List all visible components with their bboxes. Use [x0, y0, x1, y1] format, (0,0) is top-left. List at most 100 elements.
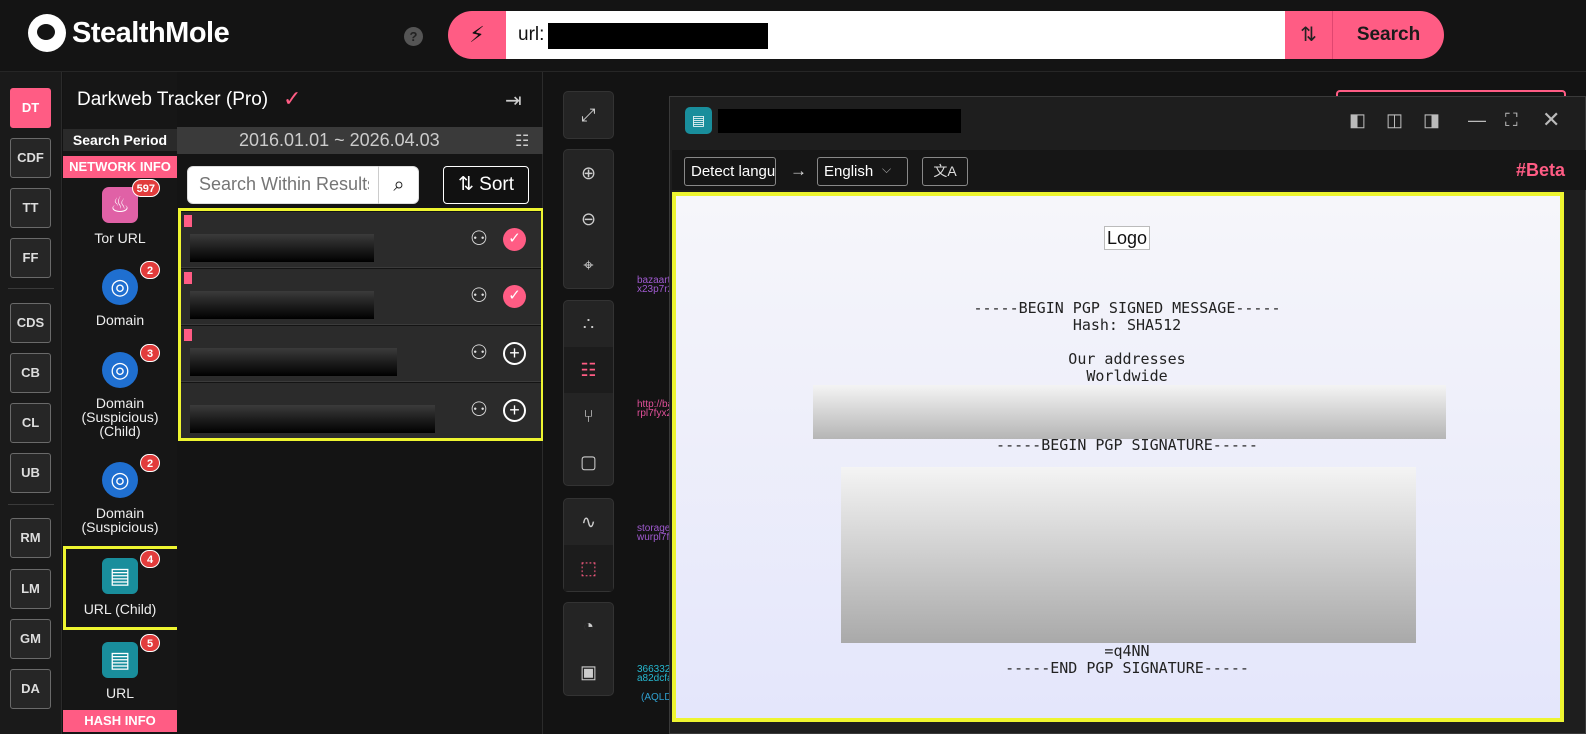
nav-lm[interactable]: LM — [10, 569, 51, 609]
camera-icon[interactable]: ▣ — [564, 649, 613, 695]
translate-toolbar — [672, 150, 1586, 190]
count-badge: 3 — [140, 344, 160, 362]
nav-gm[interactable]: GM — [10, 619, 51, 659]
tool-group-path: ∿ ⬚ — [563, 498, 614, 592]
tool-group-view: ⤢ — [563, 91, 614, 139]
search-within-input[interactable] — [199, 174, 369, 195]
arrow-right-icon: → — [790, 161, 807, 180]
globe-icon: ◎ 2 — [102, 261, 160, 305]
brand-name: StealthMole — [72, 16, 230, 49]
redacted-query — [548, 23, 768, 49]
tool-group-zoom: ⊕ ⊖ ⌖ — [563, 149, 614, 289]
category-label: Domain (Suspicious) — [81, 505, 159, 535]
nav-cdf[interactable]: CDF — [10, 138, 51, 178]
category-domain-suspicious-child[interactable]: ◎ 3 Domain (Suspicious) (Child) — [63, 344, 177, 439]
locate-icon[interactable]: ⌖ — [564, 242, 613, 288]
nav-divider — [8, 504, 54, 505]
nav-cds[interactable]: CDS — [10, 303, 51, 343]
help-icon[interactable]: ? — [404, 27, 423, 46]
branch-layout-icon[interactable]: ⑂ — [564, 393, 613, 439]
pgp-checksum: =q4NN — [1104, 642, 1150, 660]
search-period-label: Search Period — [63, 129, 177, 151]
minimize-icon[interactable]: — — [1468, 110, 1486, 131]
path-icon[interactable]: ∿ — [564, 499, 613, 545]
tor-icon: ♨ 597 — [102, 179, 160, 223]
chevron-down-icon: ⌵ — [882, 162, 892, 176]
filter-settings-icon[interactable]: ☷ — [515, 131, 529, 151]
nav-da[interactable]: DA — [10, 669, 51, 709]
search-icon[interactable]: ⌕ — [378, 166, 419, 204]
nav-rm[interactable]: RM — [10, 518, 51, 558]
mole-logo-icon — [28, 14, 66, 52]
page-logo: Logo — [1104, 226, 1150, 250]
zoom-in-icon[interactable]: ⊕ — [564, 150, 613, 196]
hash-info-header: HASH INFO — [63, 710, 177, 732]
redacted-block — [841, 467, 1416, 643]
split-left-icon[interactable]: ◧ — [1349, 110, 1366, 131]
source-language-select[interactable]: Detect language — [684, 157, 776, 186]
graph-node-label[interactable]: (AQLD — [641, 693, 672, 703]
nav-cl[interactable]: CL — [10, 403, 51, 443]
graph-node-label[interactable]: x23p7r2 — [637, 285, 673, 295]
category-domain-suspicious[interactable]: ◎ 2 Domain (Suspicious) — [63, 454, 177, 535]
search-button[interactable]: Search — [1333, 11, 1444, 59]
count-badge: 5 — [140, 634, 160, 652]
graph-node-label[interactable]: a82dcfa — [637, 674, 673, 684]
pgp-begin-signature: -----BEGIN PGP SIGNATURE----- — [996, 436, 1258, 454]
globe-icon: ◎ 3 — [102, 344, 160, 388]
crop-select-icon[interactable]: ⬚ — [564, 545, 613, 591]
frame-layout-icon[interactable]: ▢ — [564, 439, 613, 485]
nav-tt[interactable]: TT — [10, 188, 51, 228]
results-highlight — [178, 208, 544, 441]
count-badge: 2 — [140, 261, 160, 279]
network-info-header: NETWORK INFO — [63, 156, 177, 178]
search-options-icon[interactable]: ⇅ — [1285, 11, 1333, 59]
panel-title: Darkweb Tracker (Pro) — [77, 89, 269, 110]
addresses-heading: Our addresses — [1068, 350, 1186, 368]
split-center-icon[interactable]: ◫ — [1386, 110, 1403, 131]
tool-group-layout: ∴ ☷ ⑂ ▢ — [563, 300, 614, 486]
tool-group-export: ◔ ▣ — [563, 602, 614, 696]
nav-cb[interactable]: CB — [10, 353, 51, 393]
maximize-icon[interactable]: ⛶ — [1505, 110, 1518, 131]
category-tor-url[interactable]: ♨ 597 Tor URL — [63, 179, 177, 246]
close-icon[interactable]: ✕ — [1542, 107, 1560, 133]
ai-translate-icon[interactable]: 文A — [922, 157, 968, 186]
nav-dt[interactable]: DT — [10, 88, 51, 128]
browser-window-icon: ▤ 5 — [102, 634, 160, 678]
worldwide-text: Worldwide — [1086, 367, 1168, 385]
collapse-panel-icon[interactable]: ⇥ — [505, 88, 522, 113]
search-period-value[interactable]: 2016.01.01 ~ 2026.04.03 — [239, 130, 440, 151]
category-url[interactable]: ▤ 5 URL — [63, 634, 177, 701]
bolt-icon[interactable]: ⚡︎ — [448, 11, 506, 59]
check-icon[interactable]: ✓ — [283, 86, 301, 112]
target-language-select[interactable]: English — [817, 157, 908, 186]
brand-logo[interactable]: StealthMole — [28, 14, 230, 52]
category-label: URL — [105, 685, 134, 701]
category-label: Domain — [95, 312, 145, 328]
compass-icon[interactable]: ◔ — [564, 603, 613, 649]
fit-screen-icon[interactable]: ⤢ — [564, 92, 613, 138]
globe-icon: ◎ 2 — [102, 454, 160, 498]
left-nav: DT CDF TT FF CDS CB CL UB RM LM GM DA — [0, 72, 62, 734]
split-right-icon[interactable]: ◨ — [1423, 110, 1440, 131]
redacted-title — [718, 109, 961, 133]
category-label: Tor URL — [94, 230, 146, 246]
browser-window-icon: ▤ — [685, 107, 712, 134]
sort-button[interactable]: ⇅ Sort — [443, 166, 529, 204]
hierarchy-layout-icon[interactable]: ☷ — [564, 347, 613, 393]
pgp-hash: Hash: SHA512 — [1072, 316, 1182, 334]
nav-ff[interactable]: FF — [10, 238, 51, 278]
beta-tag: #Beta — [1516, 160, 1566, 180]
category-label: Domain (Suspicious) (Child) — [81, 395, 159, 439]
nav-ub[interactable]: UB — [10, 453, 51, 493]
network-layout-icon[interactable]: ∴ — [564, 301, 613, 347]
zoom-out-icon[interactable]: ⊖ — [564, 196, 613, 242]
selection-highlight — [63, 546, 182, 630]
nav-divider — [8, 288, 54, 289]
category-domain[interactable]: ◎ 2 Domain — [63, 261, 177, 328]
count-badge: 2 — [140, 454, 160, 472]
count-badge: 597 — [131, 179, 160, 197]
graph-node-label[interactable]: rpl7fyx2 — [637, 409, 672, 419]
pgp-begin-message: -----BEGIN PGP SIGNED MESSAGE----- — [973, 299, 1281, 317]
